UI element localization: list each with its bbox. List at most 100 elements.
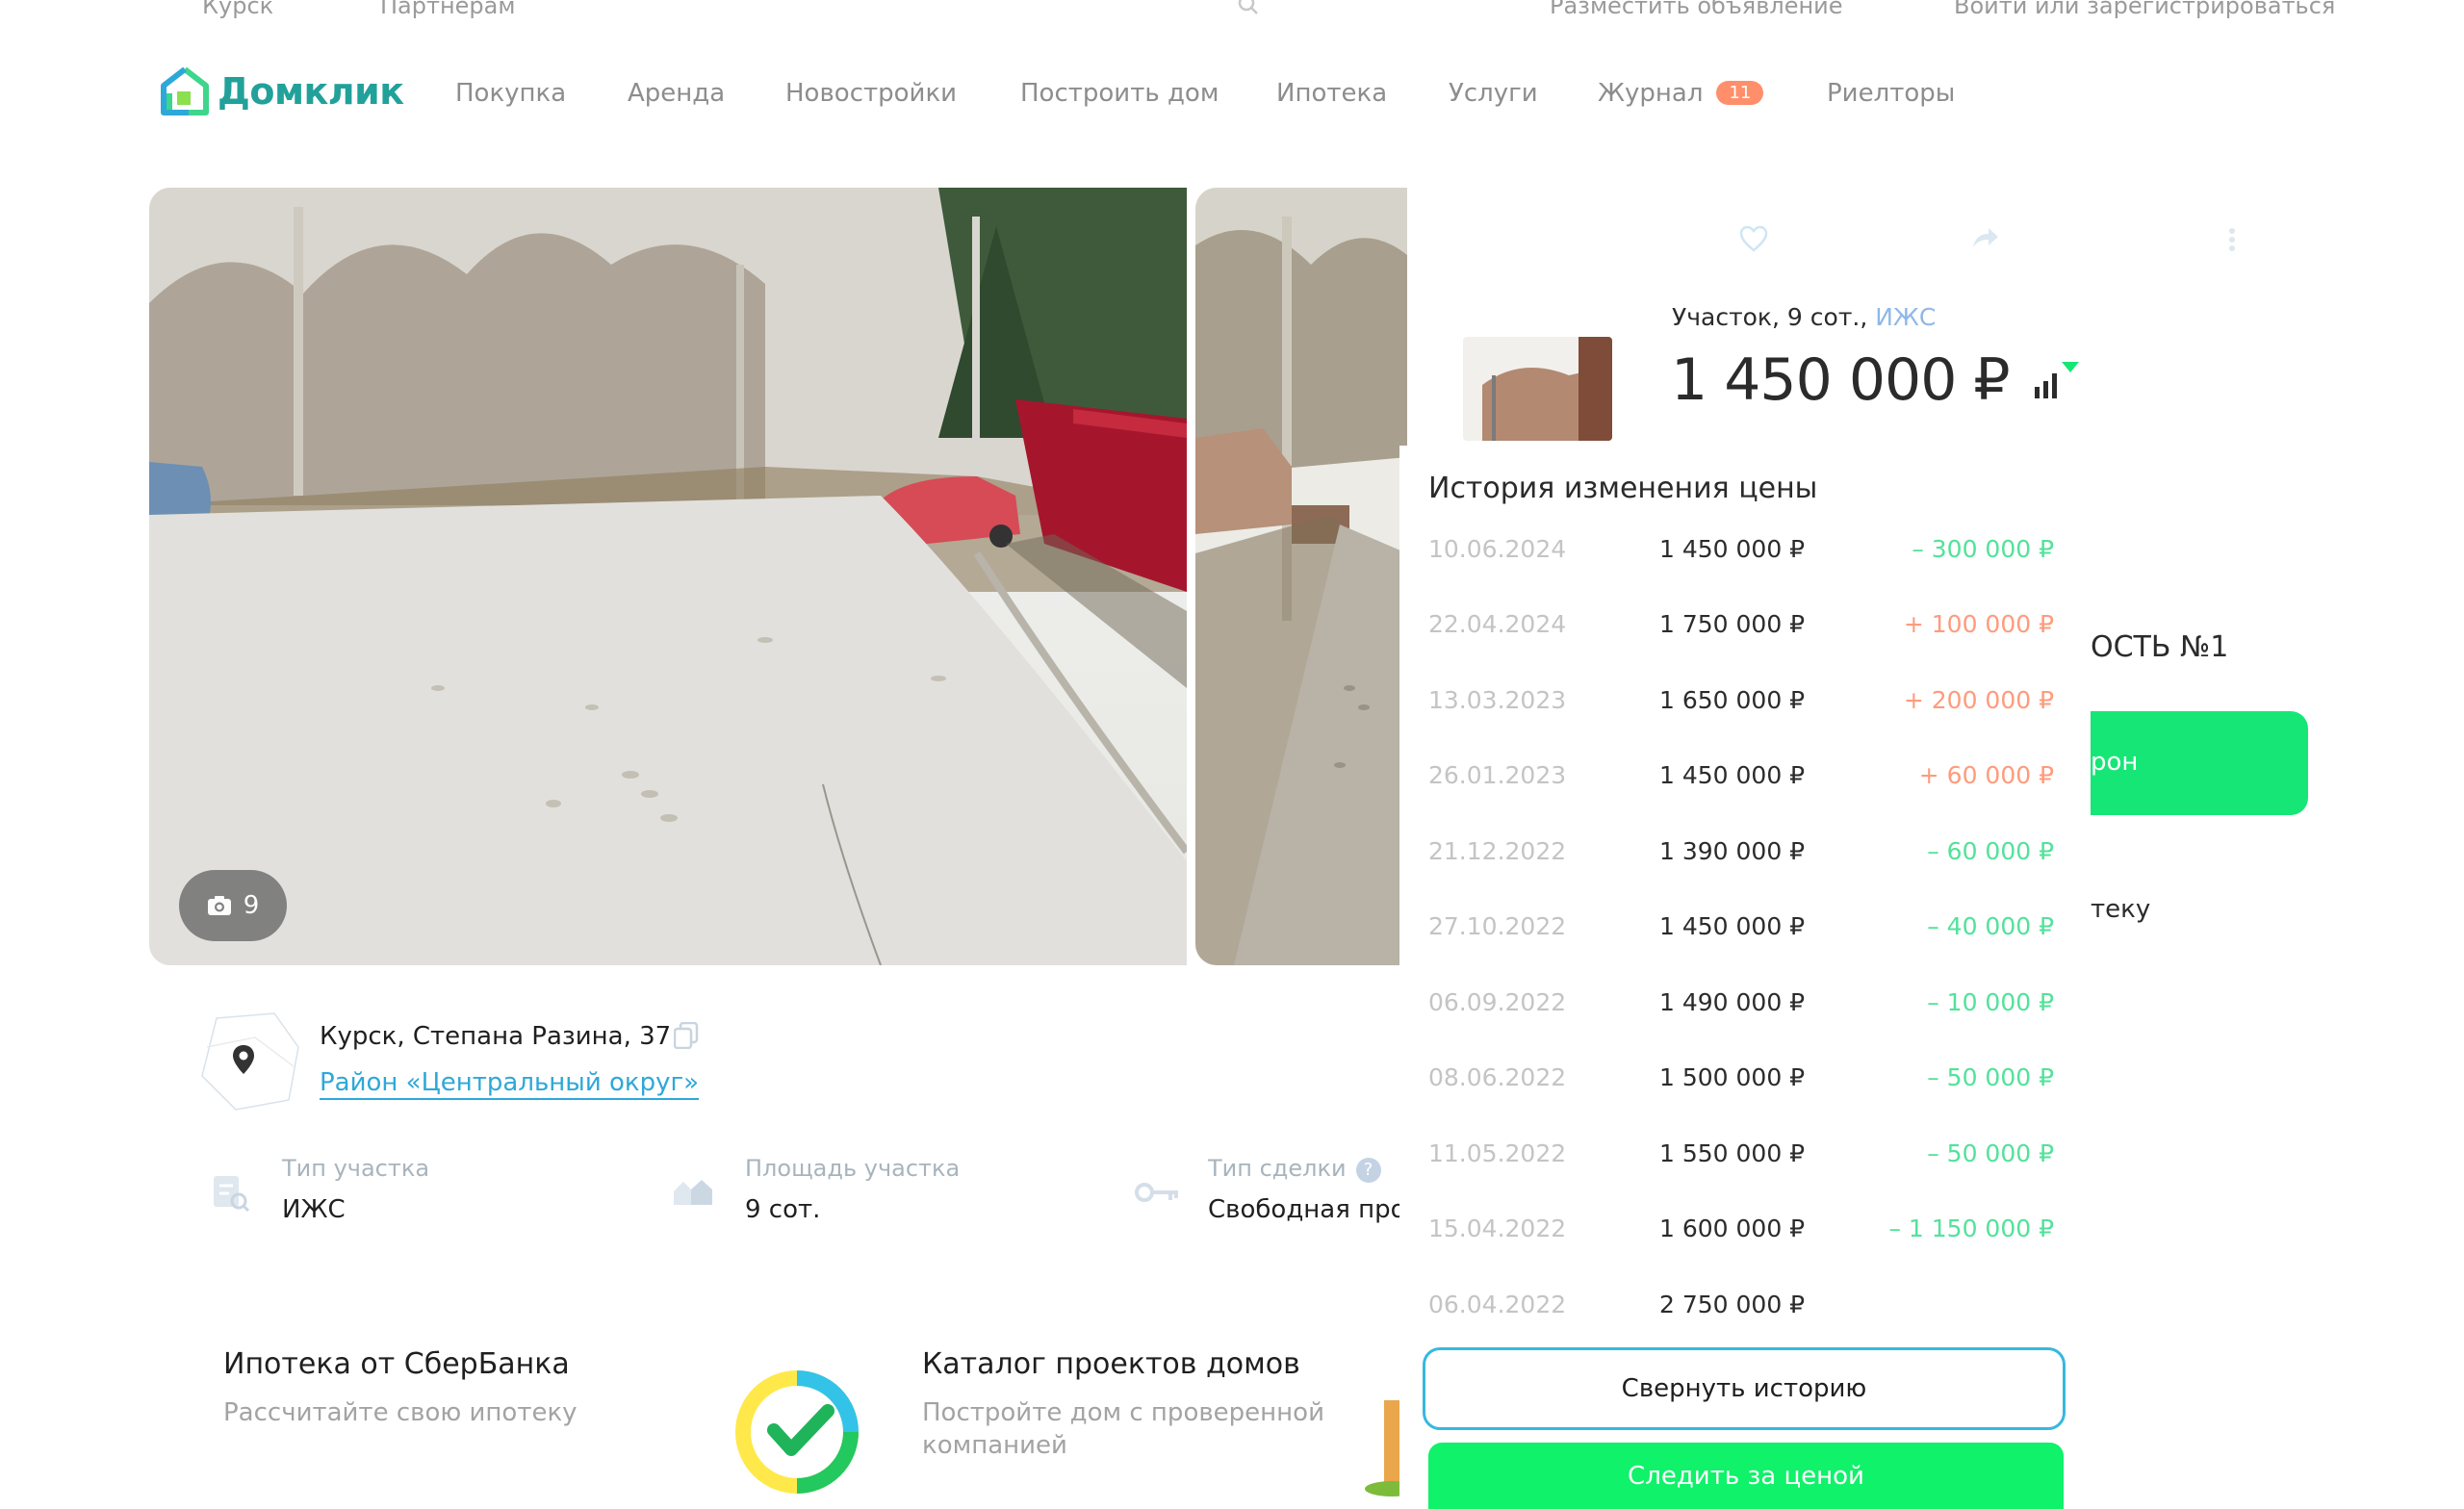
listing-thumbnail-image [1463, 337, 1612, 441]
history-price: 1 490 000 ₽ [1659, 988, 1806, 1016]
area-icon [674, 1180, 712, 1205]
history-date: 22.04.2024 [1428, 610, 1567, 638]
promo-catalog-title[interactable]: Каталог проектов домов [922, 1347, 1300, 1381]
history-row: 22.04.2024 1 750 000 ₽ + 100 000 ₽ [1428, 610, 2054, 649]
history-price: 1 500 000 ₽ [1659, 1063, 1806, 1091]
price-history-popup: История изменения цены 10.06.2024 1 450 … [1399, 446, 2091, 1509]
journal-badge: 11 [1716, 81, 1764, 105]
main-photo[interactable] [149, 188, 1187, 965]
mortgage-link-partial[interactable]: теку [2091, 895, 2150, 924]
history-delta: – 40 000 ₽ [1927, 912, 2054, 940]
history-date: 10.06.2024 [1428, 535, 1567, 563]
logo-text: Домклик [218, 70, 404, 113]
history-price: 1 750 000 ₽ [1659, 610, 1806, 638]
history-delta: – 1 150 000 ₽ [1888, 1215, 2054, 1242]
search-icon[interactable] [1238, 0, 1259, 15]
history-price: 1 390 000 ₽ [1659, 837, 1806, 865]
nav-new-buildings[interactable]: Новостройки [785, 79, 957, 108]
history-date: 11.05.2022 [1428, 1139, 1567, 1167]
login-link[interactable]: Войти или зарегистрироваться [1954, 0, 2335, 19]
history-date: 13.03.2023 [1428, 686, 1567, 714]
listing-type-text: Участок, 9 сот., [1672, 303, 1868, 331]
key-icon [1135, 1183, 1178, 1202]
history-row: 11.05.2022 1 550 000 ₽ – 50 000 ₽ [1428, 1139, 2054, 1178]
listing-thumbnail[interactable] [1463, 337, 1612, 441]
photo-counter[interactable]: 9 [179, 870, 287, 941]
history-date: 15.04.2022 [1428, 1215, 1567, 1242]
nav-rent[interactable]: Аренда [628, 79, 725, 108]
show-phone-button[interactable]: рон [2091, 711, 2308, 815]
logo-house-icon [161, 66, 209, 115]
history-price: 1 600 000 ₽ [1659, 1215, 1806, 1242]
history-row: 15.04.2022 1 600 000 ₽ – 1 150 000 ₽ [1428, 1215, 2054, 1253]
partners-link[interactable]: Партнерам [380, 0, 515, 19]
promo-mortgage-title[interactable]: Ипотека от СберБанка [223, 1347, 570, 1381]
history-date: 06.09.2022 [1428, 988, 1567, 1016]
listing-price: 1 450 000 ₽ [1671, 346, 2011, 414]
address-text: Курск, Степана Разина, 37 [320, 1022, 672, 1051]
history-delta: – 50 000 ₽ [1927, 1139, 2054, 1167]
photo-count: 9 [243, 891, 260, 920]
history-price: 1 650 000 ₽ [1659, 686, 1806, 714]
price-history-title: История изменения цены [1428, 472, 1818, 505]
more-options-icon[interactable] [2228, 227, 2236, 252]
history-price: 1 450 000 ₽ [1659, 761, 1806, 789]
help-icon[interactable]: ? [1355, 1158, 1381, 1183]
nav-build-house[interactable]: Построить дом [1020, 79, 1219, 108]
share-icon[interactable] [1971, 226, 2000, 249]
logo[interactable]: Домклик [160, 66, 404, 115]
nav-journal[interactable]: Журнал 11 [1598, 79, 1764, 108]
deal-type-label: Тип сделки? [1208, 1155, 1381, 1183]
copy-icon[interactable] [674, 1022, 699, 1049]
history-delta: – 300 000 ₽ [1912, 535, 2054, 563]
land-type-label: Тип участка [282, 1155, 430, 1182]
land-type-icon [214, 1176, 250, 1213]
history-price: 1 550 000 ₽ [1659, 1139, 1806, 1167]
favorite-icon[interactable] [1739, 225, 1768, 252]
area-value: 9 сот. [745, 1195, 821, 1224]
main-photo-image [149, 188, 1187, 965]
promo-catalog-subtitle-2: компанией [922, 1431, 1067, 1460]
nav-mortgage[interactable]: Ипотека [1276, 79, 1387, 108]
history-delta: – 60 000 ₽ [1927, 837, 2054, 865]
history-row: 06.09.2022 1 490 000 ₽ – 10 000 ₽ [1428, 988, 2054, 1027]
history-delta: + 60 000 ₽ [1918, 761, 2054, 789]
history-price: 2 750 000 ₽ [1659, 1291, 1806, 1318]
history-row: 10.06.2024 1 450 000 ₽ – 300 000 ₽ [1428, 535, 2054, 574]
history-delta: – 10 000 ₽ [1927, 988, 2054, 1016]
nav-realtors[interactable]: Риелторы [1827, 79, 1955, 108]
location-pin-icon [233, 1045, 254, 1074]
follow-price-button[interactable]: Следить за ценой [1428, 1443, 2064, 1509]
nav-journal-label: Журнал [1598, 79, 1704, 108]
history-row: 06.04.2022 2 750 000 ₽ [1428, 1291, 2054, 1329]
nav-buy[interactable]: Покупка [455, 79, 566, 108]
deal-type-label-text: Тип сделки [1208, 1155, 1347, 1182]
history-row: 21.12.2022 1 390 000 ₽ – 60 000 ₽ [1428, 837, 2054, 876]
history-delta: + 100 000 ₽ [1903, 610, 2054, 638]
partial-heading: ОСТЬ №1 [2091, 630, 2229, 664]
district-link[interactable]: Район «Центральный округ» [320, 1068, 700, 1100]
post-ad-link[interactable]: Разместить объявление [1550, 0, 1843, 19]
deal-type-value: Свободная про [1208, 1195, 1406, 1224]
sber-logo-icon [735, 1370, 859, 1494]
history-price: 1 450 000 ₽ [1659, 912, 1806, 940]
nav-services[interactable]: Услуги [1449, 79, 1538, 108]
promo-mortgage-subtitle: Рассчитайте свою ипотеку [223, 1398, 578, 1427]
listing-type: Участок, 9 сот., ИЖС [1672, 303, 1936, 331]
history-row: 13.03.2023 1 650 000 ₽ + 200 000 ₽ [1428, 686, 2054, 725]
history-delta: + 200 000 ₽ [1903, 686, 2054, 714]
history-date: 08.06.2022 [1428, 1063, 1567, 1091]
history-date: 06.04.2022 [1428, 1291, 1567, 1318]
history-price: 1 450 000 ₽ [1659, 535, 1806, 563]
history-date: 26.01.2023 [1428, 761, 1567, 789]
promo-catalog-subtitle-1: Постройте дом с проверенной [922, 1398, 1324, 1427]
area-label: Площадь участка [745, 1155, 961, 1182]
house-illustration-icon [1365, 1400, 1401, 1496]
collapse-history-button[interactable]: Свернуть историю [1423, 1347, 2066, 1430]
city-selector[interactable]: Курск [202, 0, 273, 19]
main-nav: Домклик Покупка Аренда Новостройки Постр… [0, 58, 2464, 125]
listing-type-link[interactable]: ИЖС [1875, 303, 1936, 331]
history-delta: – 50 000 ₽ [1927, 1063, 2054, 1091]
second-photo[interactable] [1195, 188, 1407, 965]
price-history-icon[interactable] [2033, 358, 2083, 402]
